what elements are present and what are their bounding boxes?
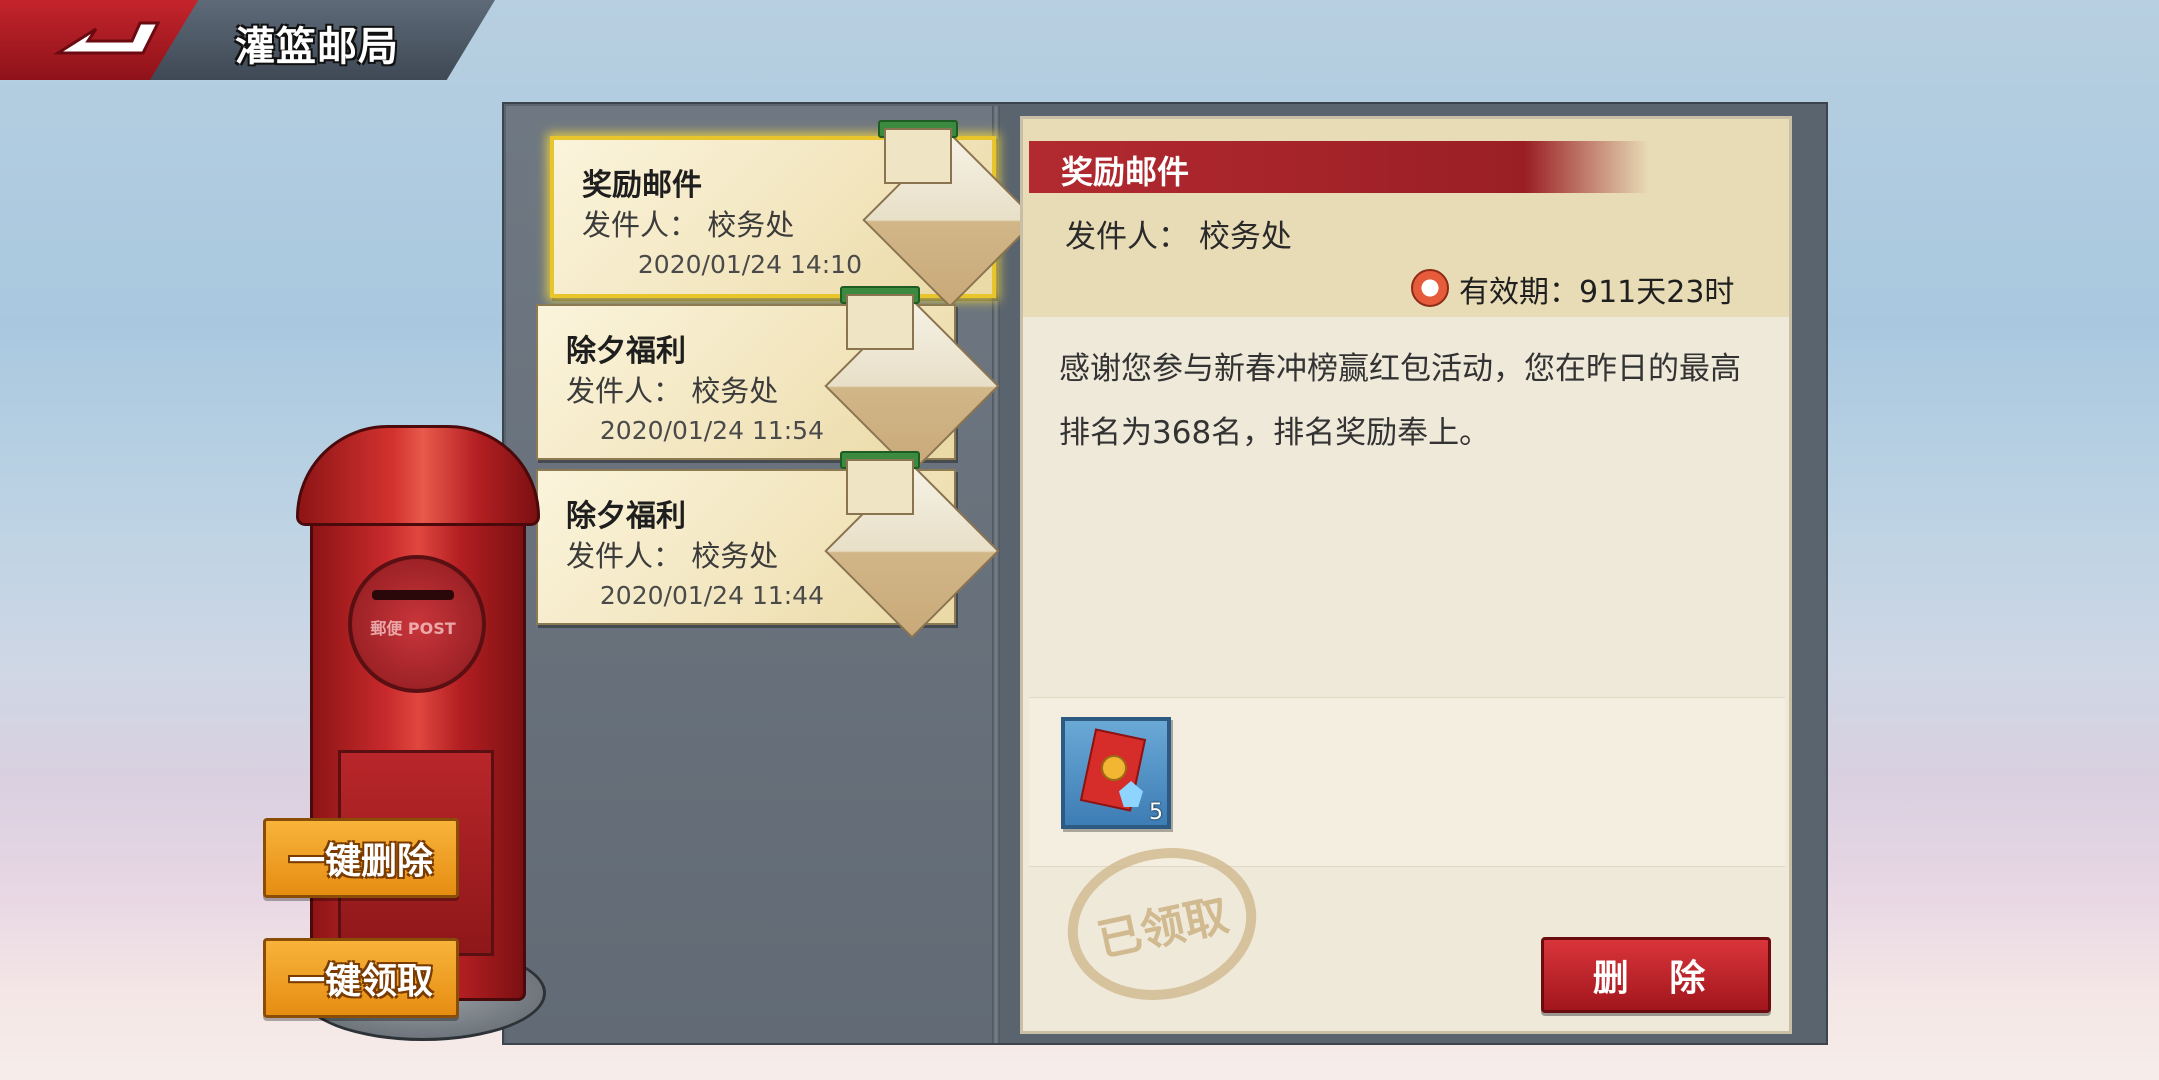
gift-box-icon [846,459,914,515]
detail-sender: 发件人： 校务处 [1065,219,1292,255]
mail-sender: 发件人： 校务处 [566,374,779,408]
mail-title: 除夕福利 [566,499,686,534]
mail-sender: 发件人： 校务处 [582,208,795,242]
detail-title: 奖励邮件 [1061,153,1190,191]
clock-icon [1411,269,1449,307]
item-count: 5 [1149,800,1163,825]
back-arrow-icon [52,21,160,55]
mail-detail: 奖励邮件 发件人： 校务处 有效期：911天23时 感谢您参与新春冲榜赢红包活动… [1020,116,1792,1034]
mail-date: 2020/01/24 14:10 [637,250,862,279]
mail-list-item[interactable]: 除夕福利 发件人： 校务处 2020/01/24 11:44 [536,451,1000,639]
delete-button[interactable]: 删 除 [1541,937,1771,1013]
claim-all-button[interactable]: 一键领取 [263,938,459,1018]
expiry-text: 有效期：911天23时 [1459,275,1735,310]
postbox-emblem-text: 郵便 POST [370,619,456,638]
mail-slot [372,590,454,600]
page-title: 灌篮邮局 [235,24,399,70]
attachment-item[interactable]: 5 [1061,717,1171,829]
mail-sender: 发件人： 校务处 [566,539,779,573]
postbox-top [296,425,540,526]
delete-all-button[interactable]: 一键删除 [263,818,459,898]
top-header: 灌篮邮局 [0,0,500,80]
stamp-text: 已领取 [1093,889,1233,968]
mail-list-item[interactable]: 奖励邮件 发件人： 校务处 2020/01/24 14:10 [550,120,1038,308]
gift-box-icon [884,128,952,184]
mail-title: 奖励邮件 [582,168,702,203]
mail-date: 2020/01/24 11:54 [599,416,824,445]
mail-date: 2020/01/24 11:44 [599,581,824,610]
mail-list-item[interactable]: 除夕福利 发件人： 校务处 2020/01/24 11:54 [536,286,1000,474]
mail-body: 感谢您参与新春冲榜赢红包活动，您在昨日的最高排名为368名，排名奖励奉上。 [1059,351,1741,451]
gift-box-icon [846,294,914,350]
mail-title: 除夕福利 [566,334,686,369]
basketball-coin-icon [1101,755,1127,781]
